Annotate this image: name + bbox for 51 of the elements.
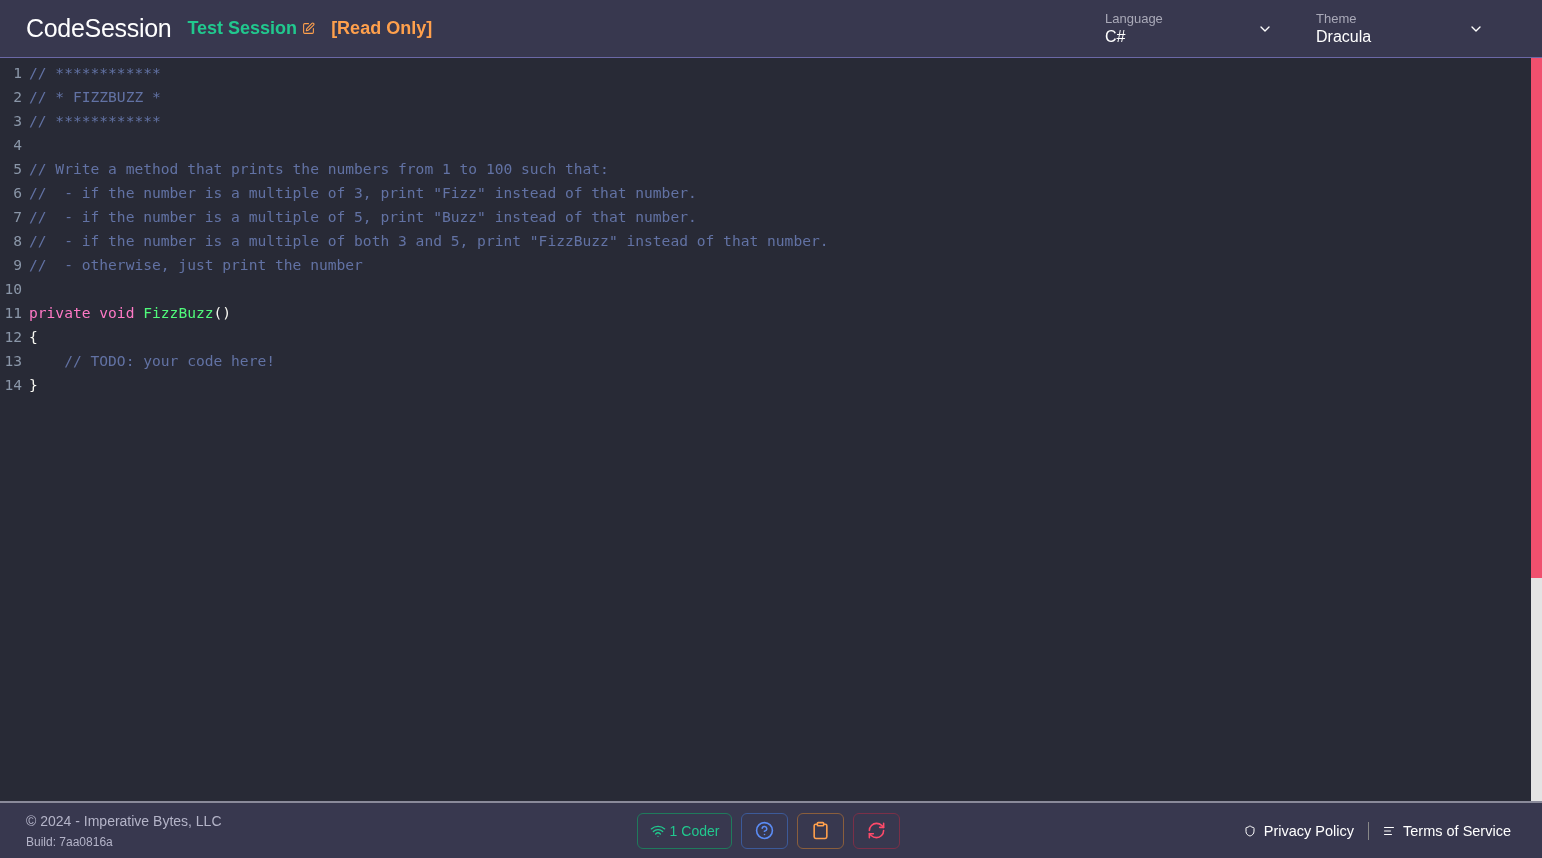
scrollbar[interactable] — [1531, 58, 1542, 801]
code-line: } — [29, 375, 38, 393]
code-line: // - otherwise, just print the number — [29, 255, 363, 273]
line-number: 6 — [12, 183, 23, 201]
line-number: 12 — [3, 327, 23, 345]
coders-button[interactable]: 1 Coder — [636, 812, 733, 849]
line-number: 14 — [3, 375, 23, 393]
footer-link[interactable]: Terms of Service — [1383, 822, 1511, 839]
code-line: // - if the number is a multiple of both 3 and 5, print "FizzBuzz" instead of that number. — [29, 231, 829, 249]
code-line: // - if the number is a multiple of 5, print "Buzz" instead of that number. — [29, 207, 697, 225]
code-line: // TODO: your code here! — [63, 351, 275, 369]
line-number: 11 — [3, 303, 23, 321]
code-line: private void FizzBuzz() — [29, 303, 232, 321]
sync-button[interactable] — [853, 812, 901, 849]
footer-link[interactable]: Privacy Policy — [1243, 822, 1354, 839]
edit-icon — [302, 22, 316, 35]
dropdown[interactable]: Theme Dracula — [1316, 11, 1484, 46]
dropdown[interactable]: Language C# — [1105, 11, 1273, 46]
line-number: 1 — [12, 63, 23, 81]
mode-label: [Read Only] — [331, 18, 433, 39]
line-number: 2 — [12, 87, 23, 105]
code-line: // * FIZZBUZZ * — [29, 87, 161, 105]
line-number: 8 — [12, 231, 23, 249]
line-number: 10 — [3, 279, 23, 297]
help-icon — [755, 821, 775, 840]
copy-button[interactable] — [797, 812, 845, 849]
code-line: // ************ — [29, 63, 161, 81]
line-number: 13 — [3, 351, 23, 369]
session-name[interactable]: Test Session — [187, 18, 316, 39]
refresh-icon — [867, 821, 887, 840]
code-line: // Write a method that prints the numbers from 1 to 100 such that: — [29, 159, 609, 177]
code-line: { — [29, 327, 38, 345]
dropdown-value: C# — [1105, 28, 1127, 46]
help-button[interactable] — [741, 812, 789, 849]
line-number: 9 — [12, 255, 23, 273]
line-number: 4 — [12, 135, 23, 153]
dropdown-label: Language — [1105, 11, 1163, 26]
code-line: // ************ — [29, 111, 161, 129]
line-number: 3 — [12, 111, 23, 129]
copyright-text: © 2024 - Imperative Bytes, LLC — [26, 812, 223, 829]
build-text: Build: 7aa0816a — [26, 834, 114, 849]
dropdown-label: Theme — [1316, 11, 1358, 26]
clipboard-icon — [811, 821, 831, 840]
dropdown-value: Dracula — [1316, 28, 1372, 46]
line-number: 7 — [12, 207, 23, 225]
scrollbar-thumb[interactable] — [1531, 58, 1542, 579]
line-number: 5 — [12, 159, 23, 177]
app-title: CodeSession — [26, 14, 172, 43]
shield-icon — [1243, 824, 1256, 837]
lines-icon — [1383, 824, 1395, 837]
code-line: // - if the number is a multiple of 3, print "Fizz" instead of that number. — [29, 183, 697, 201]
